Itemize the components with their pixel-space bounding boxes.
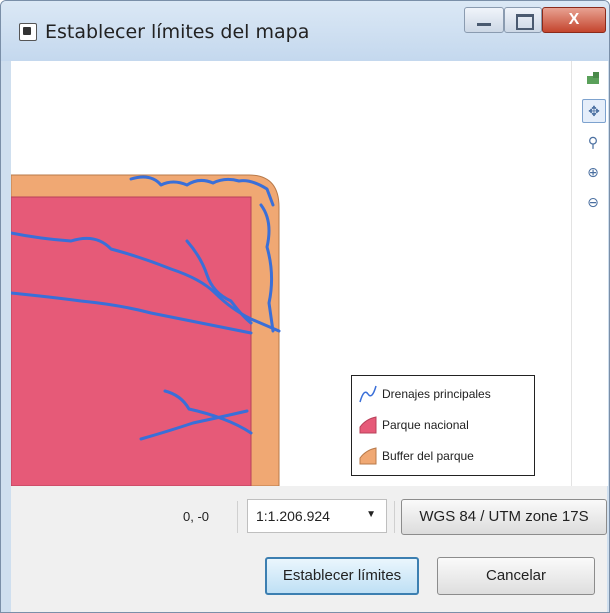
minimize-button[interactable] bbox=[464, 7, 504, 33]
title-bar[interactable]: Establecer límites del mapa X bbox=[1, 1, 609, 61]
cursor-coordinates: 0, -0 bbox=[183, 509, 210, 524]
dialog-content: Drenajes principales Parque nacional Buf… bbox=[11, 61, 608, 612]
window-title: Establecer límites del mapa bbox=[45, 21, 310, 43]
pan-icon: ✥ bbox=[588, 102, 600, 119]
map-canvas[interactable]: Drenajes principales Parque nacional Buf… bbox=[11, 61, 571, 486]
full-extent-button[interactable] bbox=[582, 67, 604, 89]
map-toolbar: ✥ ⚲ ⊕ ⊖ bbox=[571, 61, 608, 486]
legend-label: Parque nacional bbox=[382, 418, 469, 432]
close-button[interactable]: X bbox=[542, 7, 606, 33]
status-separator bbox=[237, 501, 238, 533]
maximize-icon bbox=[516, 14, 534, 30]
dialog-window: Establecer límites del mapa X Drenajes p… bbox=[0, 0, 610, 613]
app-icon bbox=[19, 23, 37, 41]
polygon-pink-icon bbox=[359, 416, 377, 434]
zoom-box-icon: ⚲ bbox=[587, 133, 599, 150]
minimize-icon bbox=[477, 23, 491, 26]
zoom-in-button[interactable]: ⊕ bbox=[582, 161, 604, 183]
legend-item: Buffer del parque bbox=[358, 444, 474, 468]
zoom-box-button[interactable]: ⚲ bbox=[582, 131, 604, 153]
full-extent-icon bbox=[587, 72, 599, 84]
zoom-out-button[interactable]: ⊖ bbox=[582, 191, 604, 213]
legend-label: Drenajes principales bbox=[382, 387, 491, 401]
map-legend: Drenajes principales Parque nacional Buf… bbox=[351, 375, 535, 476]
national-park bbox=[11, 196, 252, 486]
cancel-button[interactable]: Cancelar bbox=[437, 557, 595, 595]
pan-button[interactable]: ✥ bbox=[582, 99, 606, 123]
set-limits-button[interactable]: Establecer límites bbox=[265, 557, 419, 595]
crs-button[interactable]: WGS 84 / UTM zone 17S bbox=[401, 499, 607, 535]
close-icon: X bbox=[568, 11, 580, 28]
scale-value: 1:1.206.924 bbox=[256, 508, 330, 524]
zoom-in-icon: ⊕ bbox=[587, 163, 599, 180]
status-separator bbox=[394, 501, 395, 533]
scale-dropdown[interactable]: 1:1.206.924 ▼ bbox=[247, 499, 387, 533]
legend-item: Parque nacional bbox=[358, 413, 469, 437]
legend-item: Drenajes principales bbox=[358, 382, 491, 406]
zoom-out-icon: ⊖ bbox=[587, 193, 599, 210]
maximize-button[interactable] bbox=[504, 7, 542, 33]
chevron-down-icon: ▼ bbox=[366, 509, 376, 520]
legend-label: Buffer del parque bbox=[382, 449, 474, 463]
polygon-orange-icon bbox=[359, 447, 377, 465]
line-symbol-icon bbox=[359, 385, 377, 403]
